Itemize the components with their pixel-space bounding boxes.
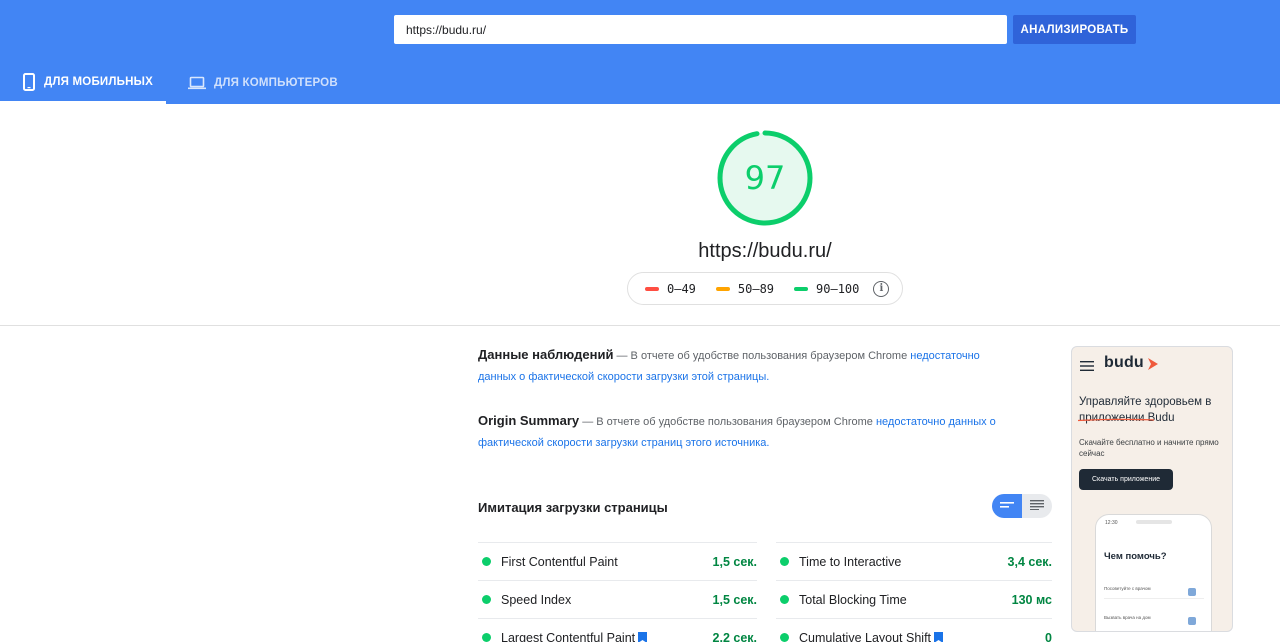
field-data-section: Данные наблюдений — В отчете об удобстве… xyxy=(478,344,1018,388)
video-call-icon xyxy=(1188,588,1196,596)
page-screenshot-thumbnail: budu Управляйте здоровьем в приложении B… xyxy=(1071,346,1233,632)
metric-row: Time to Interactive 3,4 сек. xyxy=(776,542,1052,580)
metric-name-text: Total Blocking Time xyxy=(799,592,907,607)
budu-logo-text: budu xyxy=(1104,354,1144,371)
home-visit-icon xyxy=(1188,617,1196,625)
metric-name-text: First Contentful Paint xyxy=(501,554,618,569)
result-url: https://budu.ru/ xyxy=(698,240,832,262)
legend-bar-good xyxy=(794,286,809,291)
metrics-column-left: First Contentful Paint 1,5 сек. Speed In… xyxy=(478,542,757,642)
legend-label-poor: 0–49 xyxy=(667,281,696,296)
metric-row: Speed Index 1,5 сек. xyxy=(478,580,757,618)
metric-row: Cumulative Layout Shift 0 xyxy=(776,618,1052,642)
legend-item-good: 90–100 xyxy=(794,282,859,296)
legend-label-good: 90–100 xyxy=(816,281,860,296)
metric-name: Speed Index xyxy=(501,593,713,607)
performance-score: 97 xyxy=(744,159,786,197)
metric-value: 0 xyxy=(1045,630,1052,642)
phone-notch xyxy=(1136,520,1172,524)
budu-logo-mark-icon xyxy=(1148,357,1158,375)
metric-name: Time to Interactive xyxy=(799,555,1008,569)
compact-list-icon xyxy=(1000,497,1014,515)
field-data-title: Данные наблюдений xyxy=(478,347,614,362)
metric-value: 3,4 сек. xyxy=(1007,554,1052,569)
tab-mobile-label: ДЛЯ МОБИЛЬНЫХ xyxy=(44,75,153,88)
metric-value: 1,5 сек. xyxy=(712,592,757,607)
metric-name-text: Cumulative Layout Shift xyxy=(799,630,932,642)
analyze-button[interactable]: АНАЛИЗИРОВАТЬ xyxy=(1013,15,1136,44)
header-bar: АНАЛИЗИРОВАТЬ ДЛЯ МОБИЛЬНЫХ ДЛЯ КОМПЬЮТЕ… xyxy=(0,0,1280,104)
headline-underline-decoration xyxy=(1077,409,1155,427)
metric-row: Largest Contentful Paint 2,2 сек. xyxy=(478,618,757,642)
metric-value: 130 мс xyxy=(1011,592,1052,607)
metric-name-text: Time to Interactive xyxy=(799,554,902,569)
phone-time: 12:30 xyxy=(1105,520,1118,526)
phone-mockup: 12:30 Чем помочь? Посоветуйте с врачом В… xyxy=(1095,514,1212,631)
legend-item-poor: 0–49 xyxy=(645,282,696,296)
pass-indicator xyxy=(482,557,491,566)
pass-indicator xyxy=(780,633,789,642)
metric-name-text: Largest Contentful Paint xyxy=(501,630,636,642)
metric-name: Cumulative Layout Shift xyxy=(799,631,1045,642)
info-icon[interactable]: i xyxy=(873,280,890,297)
metric-value: 2,2 сек. xyxy=(712,630,757,642)
metric-value: 1,5 сек. xyxy=(712,554,757,569)
phone-title: Чем помочь? xyxy=(1104,551,1167,562)
metric-row: Total Blocking Time 130 мс xyxy=(776,580,1052,618)
tab-desktop[interactable]: ДЛЯ КОМПЬЮТЕРОВ xyxy=(166,62,338,104)
compact-view-toggle[interactable] xyxy=(992,494,1022,518)
legend-bar-poor xyxy=(645,286,659,291)
thumbnail-subtitle: Скачайте бесплатно и начните прямо сейча… xyxy=(1079,438,1219,458)
metric-name: Largest Contentful Paint xyxy=(501,631,713,642)
laptop-icon xyxy=(188,76,206,90)
metric-row: First Contentful Paint 1,5 сек. xyxy=(478,542,757,580)
lab-data-title: Имитация загрузки страницы xyxy=(478,500,668,515)
tab-desktop-label: ДЛЯ КОМПЬЮТЕРОВ xyxy=(214,77,338,89)
pass-indicator xyxy=(780,595,789,604)
smartphone-icon xyxy=(22,72,36,91)
section-divider xyxy=(0,325,1280,326)
metrics-column-right: Time to Interactive 3,4 сек. Total Block… xyxy=(776,542,1052,642)
pass-indicator xyxy=(482,595,491,604)
pass-indicator xyxy=(482,633,491,642)
legend-label-average: 50–89 xyxy=(737,281,775,296)
metric-name: First Contentful Paint xyxy=(501,555,713,569)
hamburger-menu-icon xyxy=(1080,358,1094,376)
pass-indicator xyxy=(780,557,789,566)
thumbnail-download-button: Скачать приложение xyxy=(1079,469,1173,490)
metric-name-text: Speed Index xyxy=(501,592,572,607)
expanded-view-toggle[interactable] xyxy=(1022,494,1052,518)
bookmark-icon xyxy=(638,632,648,642)
detailed-list-icon xyxy=(1030,497,1044,515)
origin-summary-text: — В отчете об удобстве пользования брауз… xyxy=(579,416,876,428)
field-data-text: — В отчете об удобстве пользования брауз… xyxy=(613,350,911,362)
view-toggle xyxy=(992,494,1052,518)
url-input[interactable] xyxy=(394,15,1007,44)
origin-summary-title: Origin Summary xyxy=(478,413,580,428)
legend-bar-average xyxy=(715,286,730,291)
tab-mobile[interactable]: ДЛЯ МОБИЛЬНЫХ xyxy=(0,62,166,104)
origin-summary-section: Origin Summary — В отчете об удобстве по… xyxy=(478,410,1018,454)
legend-item-average: 50–89 xyxy=(715,281,775,296)
score-legend: 0–49 50–89 90–100 i xyxy=(627,272,903,305)
metric-name: Total Blocking Time xyxy=(799,593,1012,607)
bookmark-icon xyxy=(934,632,944,642)
